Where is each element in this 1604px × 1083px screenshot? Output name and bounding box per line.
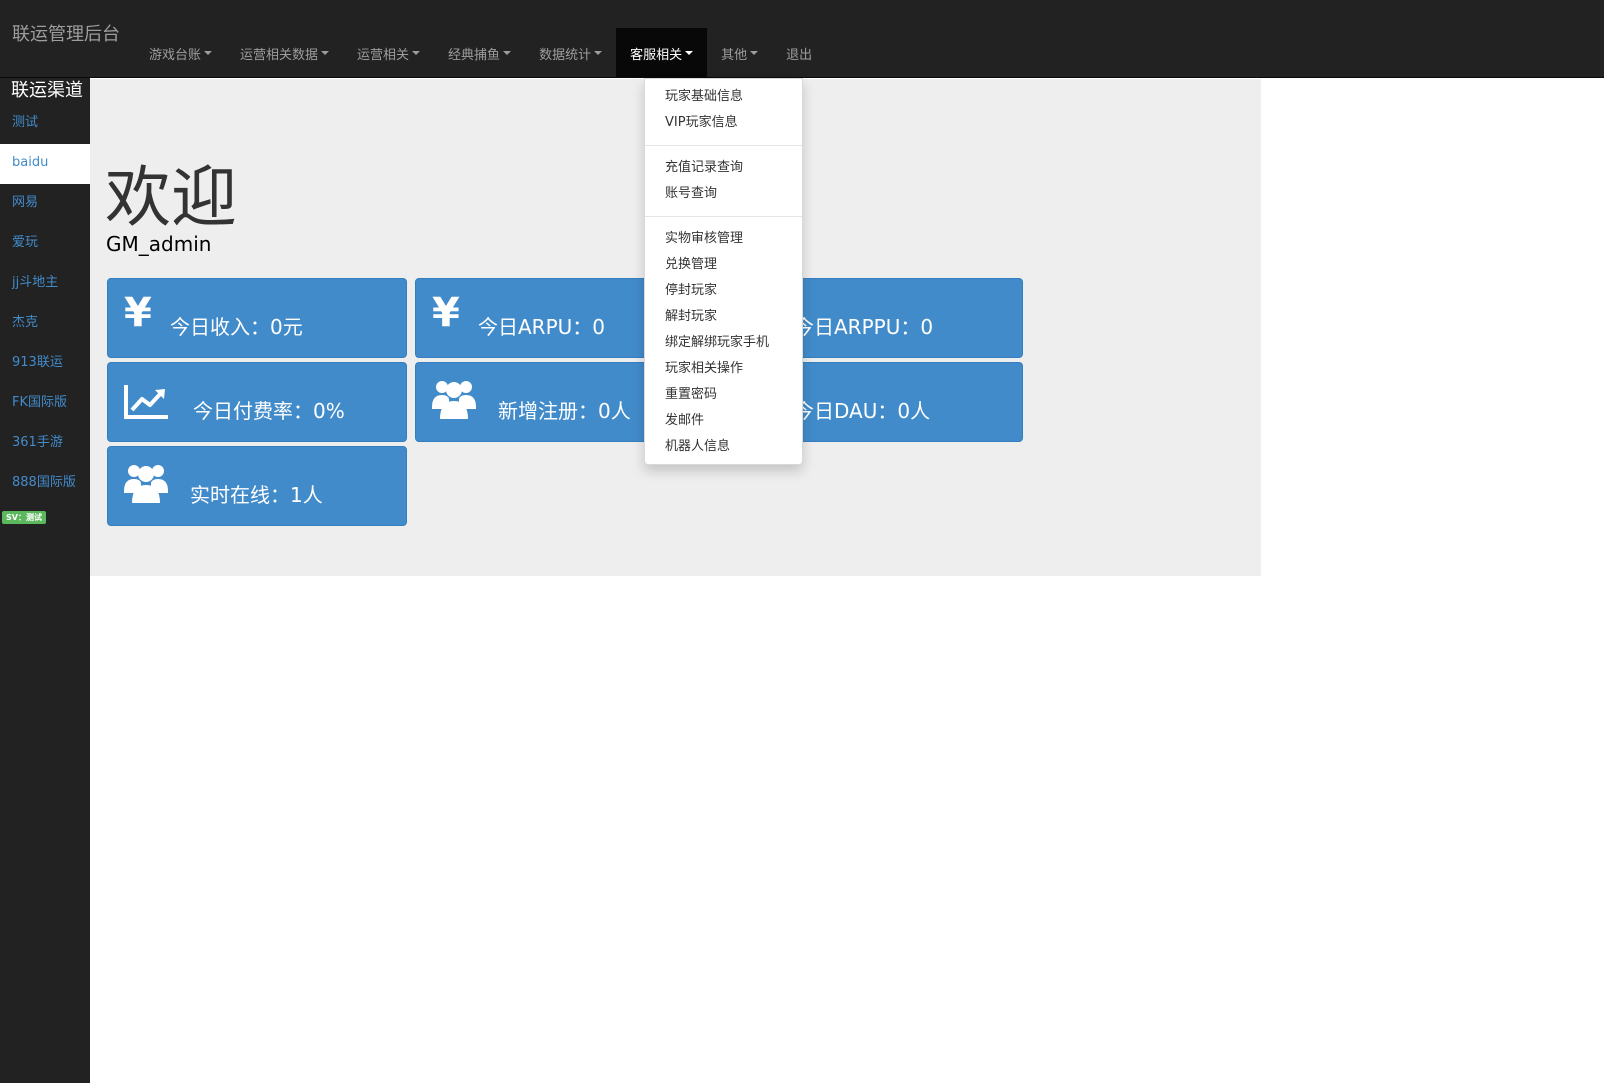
caret-down-icon <box>503 51 512 55</box>
yen-icon: ¥ <box>432 290 460 336</box>
menu-robot-info[interactable]: 机器人信息 <box>645 434 802 460</box>
card-pay-rate[interactable]: 今日付费率：0% <box>107 362 407 442</box>
caret-down-icon <box>594 51 603 55</box>
menu-ban-player[interactable]: 停封玩家 <box>645 278 802 304</box>
sidebar-item-913[interactable]: 913联运 <box>0 344 90 384</box>
card-new-register-text: 新增注册：0人 <box>498 399 631 423</box>
card-revenue[interactable]: ¥ 今日收入：0元 <box>107 278 407 358</box>
sidebar-item-test[interactable]: 测试 <box>0 104 90 144</box>
menu-unban-player[interactable]: 解封玩家 <box>645 304 802 330</box>
nav-ops-data[interactable]: 运营相关数据 <box>226 28 343 78</box>
menu-divider <box>645 216 802 217</box>
sidebar-item-jj[interactable]: jj斗地主 <box>0 264 90 304</box>
card-arpu-text: 今日ARPU：0 <box>478 315 606 339</box>
sidebar-item-baidu[interactable]: baidu <box>0 144 90 184</box>
caret-down-icon <box>750 51 759 55</box>
sidebar-item-361[interactable]: 361手游 <box>0 424 90 464</box>
card-arppu-text: 今日ARPPU：0 <box>794 315 934 339</box>
menu-player-ops[interactable]: 玩家相关操作 <box>645 356 802 382</box>
caret-down-icon <box>685 51 694 55</box>
menu-recharge-query[interactable]: 充值记录查询 <box>645 155 802 181</box>
users-icon <box>432 377 476 423</box>
menu-reset-password[interactable]: 重置密码 <box>645 382 802 408</box>
brand-title[interactable]: 联运管理后台 <box>12 20 120 46</box>
nav-game-ledger[interactable]: 游戏台账 <box>135 28 226 78</box>
card-dau-text: 今日DAU：0人 <box>794 399 931 423</box>
nav-logout[interactable]: 退出 <box>772 28 826 78</box>
caret-down-icon <box>412 51 421 55</box>
menu-goods-audit[interactable]: 实物审核管理 <box>645 226 802 252</box>
customer-service-dropdown: 玩家基础信息 VIP玩家信息 充值记录查询 账号查询 实物审核管理 兑换管理 停… <box>644 78 803 465</box>
card-online[interactable]: 实时在线：1人 <box>107 446 407 526</box>
sidebar-item-netease[interactable]: 网易 <box>0 184 90 224</box>
channel-sidebar: 联运渠道 测试 baidu 网易 爱玩 jj斗地主 杰克 913联运 FK国际版… <box>0 78 90 1083</box>
line-chart-icon <box>124 383 170 423</box>
menu-player-basic-info[interactable]: 玩家基础信息 <box>645 84 802 110</box>
sidebar-item-aiwan[interactable]: 爱玩 <box>0 224 90 264</box>
caret-down-icon <box>321 51 330 55</box>
caret-down-icon <box>204 51 213 55</box>
welcome-title: 欢迎 <box>105 159 237 236</box>
top-navbar: 联运管理后台 游戏台账 运营相关数据 运营相关 经典捕鱼 数据统计 客服相关 其… <box>0 0 1604 78</box>
menu-exchange-manage[interactable]: 兑换管理 <box>645 252 802 278</box>
users-icon <box>124 461 168 507</box>
menu-vip-player-info[interactable]: VIP玩家信息 <box>645 110 802 136</box>
nav-customer-service[interactable]: 客服相关 <box>616 28 708 78</box>
nav-ops[interactable]: 运营相关 <box>343 28 434 78</box>
sidebar-item-jack[interactable]: 杰克 <box>0 304 90 344</box>
card-pay-rate-text: 今日付费率：0% <box>193 399 345 423</box>
nav-fishing[interactable]: 经典捕鱼 <box>434 28 525 78</box>
menu-bind-phone[interactable]: 绑定解绑玩家手机 <box>645 330 802 356</box>
sidebar-item-888[interactable]: 888国际版 <box>0 464 90 504</box>
menu-account-query[interactable]: 账号查询 <box>645 181 802 207</box>
welcome-username: GM_admin <box>106 232 212 256</box>
card-online-text: 实时在线：1人 <box>190 483 323 507</box>
menu-divider <box>645 145 802 146</box>
nav-statistics[interactable]: 数据统计 <box>525 28 616 78</box>
yen-icon: ¥ <box>124 290 152 336</box>
main-nav: 游戏台账 运营相关数据 运营相关 经典捕鱼 数据统计 客服相关 其他 退出 <box>135 28 826 78</box>
menu-send-mail[interactable]: 发邮件 <box>645 408 802 434</box>
sidebar-item-fk[interactable]: FK国际版 <box>0 384 90 424</box>
nav-other[interactable]: 其他 <box>707 28 772 78</box>
server-badge: SV：测试 <box>2 511 46 524</box>
sidebar-title: 联运渠道 <box>11 80 83 101</box>
card-revenue-text: 今日收入：0元 <box>170 315 303 339</box>
